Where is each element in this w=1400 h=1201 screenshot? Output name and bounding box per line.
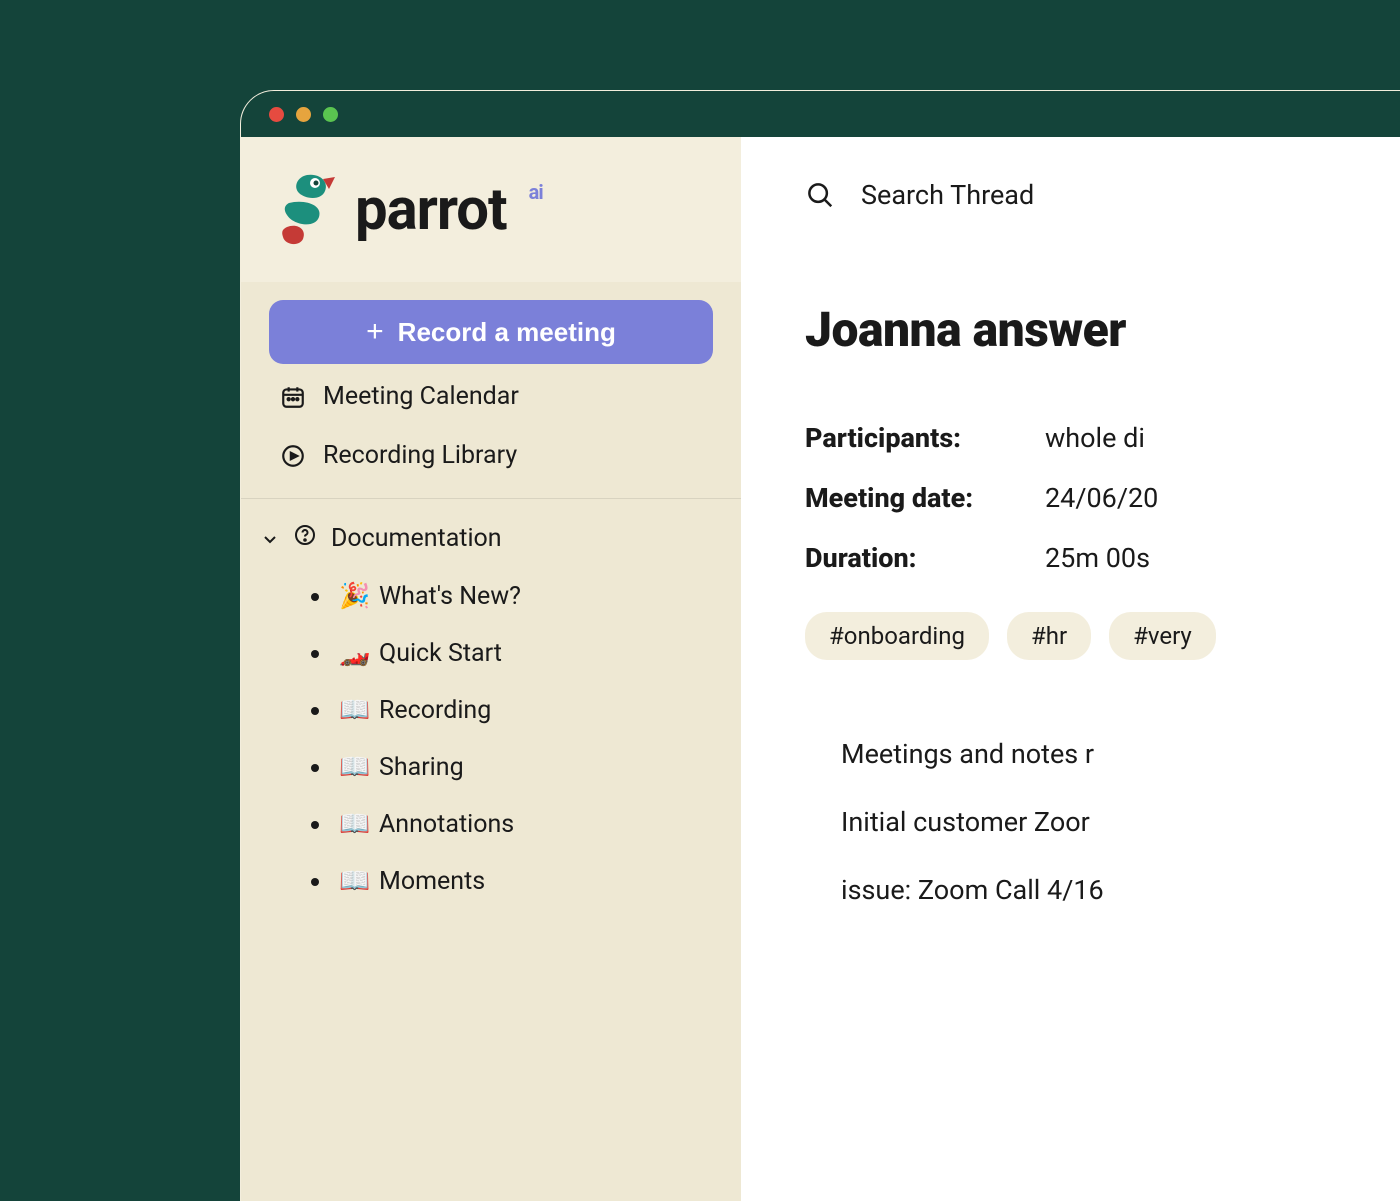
meta-participants: Participants: whole di [805, 422, 1400, 454]
tag-onboarding[interactable]: #onboarding [805, 612, 989, 660]
sidebar: parrot ai + Record a meeting [241, 137, 741, 1201]
window-minimize-icon[interactable] [296, 107, 311, 122]
brand-logo: parrot ai [241, 137, 741, 282]
nav-block: + Record a meeting Meeting Calendar [241, 282, 741, 498]
doc-label: Recording [379, 696, 491, 725]
doc-emoji: 📖 [339, 696, 369, 725]
meta-date: Meeting date: 24/06/20 [805, 482, 1400, 514]
bullet-icon [311, 650, 319, 658]
doc-emoji: 🎉 [339, 582, 369, 611]
brand-name-text: parrot [355, 176, 507, 244]
doc-label: What's New? [379, 582, 521, 611]
meta-value: 24/06/20 [1045, 482, 1158, 514]
bullet-icon [311, 707, 319, 715]
nav-label: Meeting Calendar [323, 382, 519, 411]
doc-label: Moments [379, 867, 485, 896]
play-circle-icon [279, 442, 307, 470]
nav-label: Recording Library [323, 441, 517, 470]
search-thread[interactable]: Search Thread [805, 179, 1400, 211]
doc-emoji: 📖 [339, 810, 369, 839]
search-placeholder: Search Thread [861, 179, 1034, 211]
app-window: parrot ai + Record a meeting [240, 90, 1400, 1201]
bullet-icon [311, 821, 319, 829]
content-area: parrot ai + Record a meeting [241, 137, 1400, 1201]
body-line: Initial customer Zoor [841, 798, 1400, 848]
doc-item-moments[interactable]: 📖 Moments [311, 853, 741, 910]
doc-label: Quick Start [379, 639, 502, 668]
thread-body: Meetings and notes r Initial customer Zo… [805, 730, 1400, 916]
main-pane: Search Thread Joanna answer Participants… [741, 137, 1400, 1201]
nav-recording-library[interactable]: Recording Library [269, 417, 713, 476]
meta-duration: Duration: 25m 00s [805, 542, 1400, 574]
section-title: Documentation [331, 524, 502, 553]
help-circle-icon [293, 523, 317, 554]
record-meeting-label: Record a meeting [398, 317, 616, 348]
doc-label: Sharing [379, 753, 464, 782]
plus-icon: + [366, 317, 384, 347]
calendar-icon [279, 383, 307, 411]
body-line: issue: Zoom Call 4/16 [841, 866, 1400, 916]
tag-hr[interactable]: #hr [1007, 612, 1091, 660]
thread-title: Joanna answer [805, 301, 1400, 358]
doc-emoji: 🏎️ [339, 639, 369, 668]
brand-name: parrot ai [355, 176, 507, 244]
record-meeting-button[interactable]: + Record a meeting [269, 300, 713, 364]
bullet-icon [311, 878, 319, 886]
doc-item-whats-new[interactable]: 🎉 What's New? [311, 568, 741, 625]
bullet-icon [311, 764, 319, 772]
documentation-list: 🎉 What's New? 🏎️ Quick Start 📖 Recording [241, 564, 741, 910]
tags-row: #onboarding #hr #very [805, 612, 1400, 660]
doc-label: Annotations [379, 810, 514, 839]
doc-item-recording[interactable]: 📖 Recording [311, 682, 741, 739]
nav-meeting-calendar[interactable]: Meeting Calendar [269, 364, 713, 417]
meta-value: 25m 00s [1045, 542, 1150, 574]
window-close-icon[interactable] [269, 107, 284, 122]
doc-item-annotations[interactable]: 📖 Annotations [311, 796, 741, 853]
window-titlebar [241, 91, 1400, 137]
body-line: Meetings and notes r [841, 730, 1400, 780]
meta-value: whole di [1045, 422, 1145, 454]
chevron-down-icon [261, 531, 279, 547]
documentation-section-toggle[interactable]: Documentation [241, 499, 741, 564]
bullet-icon [311, 593, 319, 601]
doc-item-sharing[interactable]: 📖 Sharing [311, 739, 741, 796]
meta-label: Meeting date: [805, 482, 1045, 514]
brand-suffix: ai [529, 180, 543, 204]
doc-emoji: 📖 [339, 753, 369, 782]
search-icon [805, 180, 835, 210]
doc-item-quick-start[interactable]: 🏎️ Quick Start [311, 625, 741, 682]
tag-very[interactable]: #very [1109, 612, 1216, 660]
parrot-logo-icon [279, 171, 337, 249]
window-maximize-icon[interactable] [323, 107, 338, 122]
doc-emoji: 📖 [339, 867, 369, 896]
meta-label: Participants: [805, 422, 1045, 454]
meta-label: Duration: [805, 542, 1045, 574]
